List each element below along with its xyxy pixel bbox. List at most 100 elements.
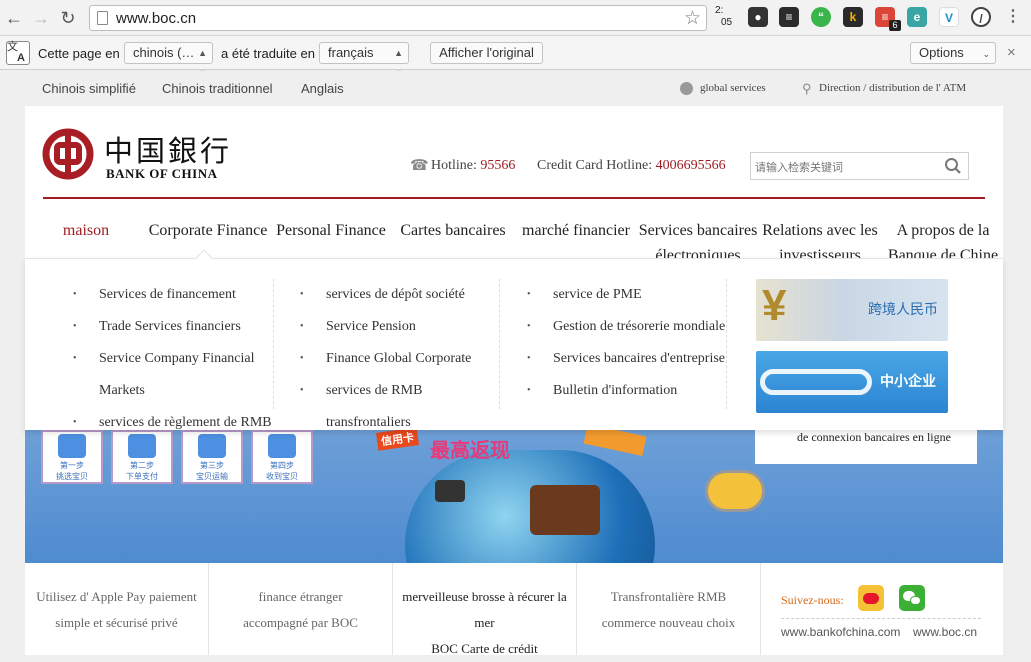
menu-item-financing[interactable]: • Services de financement [73,279,272,311]
follow-divider [781,618,981,619]
owl-extension-icon[interactable]: ● [748,7,768,27]
vimeo-extension-icon[interactable]: V [939,7,959,27]
menu-item-sme[interactable]: • service de PME [527,279,725,311]
browser-toolbar: ← → ↻ www.boc.cn ☆ 2: 05 ● ≡ “ k ≡ 6 e V… [0,0,1031,36]
lang-simplified-link[interactable]: Chinois simplifié [42,81,136,96]
hotline-label: Hotline: [431,158,477,173]
sme-promo[interactable]: 中小企业 [756,351,948,413]
menu-item-corporate-deposit[interactable]: • services de dépôt société [300,279,471,311]
menu-item-rmb-services-cont[interactable]: transfrontaliers [300,407,471,439]
menu-item-enterprise-banking[interactable]: • Services bancaires d'entreprise [527,343,725,375]
bottom-links: Utilisez d' Apple Pay paiement simple et … [25,563,1003,656]
k-extension-icon[interactable]: k [843,7,863,27]
banner-side-text: de connexion bancaires en ligne [755,430,977,464]
yuan-icon: ¥ [762,281,787,330]
hotline-number: 95566 [480,158,516,173]
clock-extension[interactable]: 2: 05 [715,5,732,29]
menu-item-company-financial-cont[interactable]: Markets [73,375,272,407]
lang-english-link[interactable]: Anglais [301,81,344,96]
receive-icon [268,434,296,458]
nav-corporate-finance[interactable]: Corporate Finance [143,218,273,243]
follow-us: Suivez-nous: www.bankofchina.com www.boc… [761,563,1003,655]
boc-cn-link[interactable]: www.boc.cn [913,625,977,639]
cross-border-rmb-link[interactable]: Transfrontalière RMB commerce nouveau cho… [577,563,761,655]
header-divider [43,197,985,199]
compass-extension-icon[interactable]: / [971,7,991,27]
lang-traditional-link[interactable]: Chinois traditionnel [162,81,273,96]
bag-illustration [530,485,600,535]
cross-border-rmb-promo[interactable]: ¥ 跨境人民币 [756,279,948,341]
menu-item-rmb-services[interactable]: • services de RMB [300,375,471,407]
logo-english-text: BANK OF CHINA [106,166,218,181]
source-language-select[interactable]: chinois (…▲▼ [124,42,213,78]
promo2-text: 中小企业 [880,374,936,390]
hotline: Hotline: 95566 [431,158,515,174]
buffer-extension-icon[interactable]: ≡ [779,7,799,27]
bankofchina-link[interactable]: www.bankofchina.com [781,625,900,639]
bookmark-star-icon[interactable]: ☆ [684,7,701,30]
back-button[interactable]: ← [4,8,24,28]
options-select[interactable]: Options ⌄ [910,42,996,64]
search-input[interactable] [755,157,935,177]
global-services-link[interactable]: global services [700,82,766,94]
target-language-select[interactable]: français▲▼ [319,42,409,78]
search-icon[interactable] [944,157,962,175]
column-divider [726,279,727,409]
show-original-button[interactable]: Afficher l'original [430,42,543,64]
e-extension-icon[interactable]: e [907,7,927,27]
corporate-finance-dropdown: • Services de financement • Trade Services… [25,249,1003,430]
nav-financial-market[interactable]: marché financier [517,218,635,243]
atm-locator-link[interactable]: Direction / distribution de l' ATM [819,82,966,94]
translate-bar: 文A Cette page en chinois (…▲▼ a été trad… [0,36,1031,78]
location-pin-icon: ⚲ [802,81,812,96]
evernote-extension-icon[interactable]: “ [811,7,831,27]
menu-item-newsletter[interactable]: • Bulletin d'information [527,375,725,407]
column-divider [273,279,274,409]
boc-emblem-icon [42,128,94,180]
apple-pay-link[interactable]: Utilisez d' Apple Pay paiement simple et … [25,563,209,655]
reload-button[interactable]: ↻ [58,8,78,28]
card-illustration [583,430,647,457]
dropdown-col-2: • services de dépôt société • Service Pens… [300,279,471,439]
menu-item-global-corporate[interactable]: • Finance Global Corporate [300,343,471,375]
address-bar[interactable]: www.boc.cn ☆ [89,5,707,31]
promo1-text: 跨境人民币 [868,302,938,318]
boc-logo[interactable]: 中国銀行 BANK OF CHINA [42,128,229,185]
translate-middle-text: a été traduite en [221,46,315,61]
cc-hotline-label: Credit Card Hotline: [537,158,653,173]
close-translate-icon[interactable]: × [1007,44,1016,61]
nav-home[interactable]: maison [43,218,129,243]
menu-icon[interactable]: ⋮ [1003,7,1023,27]
globe-icon [680,82,693,95]
phone-icon: ☎ [410,157,429,174]
menu-item-pension[interactable]: • Service Pension [300,311,471,343]
search-box [750,152,969,180]
menu-item-treasury[interactable]: • Gestion de trésorerie mondiale [527,311,725,343]
url-text[interactable]: www.boc.cn [116,10,196,27]
page-icon [97,11,108,25]
cc-hotline: Credit Card Hotline: 4006695566 [537,158,726,174]
credit-card-promo-link[interactable]: merveilleuse brosse à récurer la mer BOC C… [393,563,577,656]
clock-hours: 2: [715,5,724,16]
forward-button[interactable]: → [31,8,51,28]
camera-illustration [435,480,465,502]
dropdown-col-3: • service de PME • Gestion de trésorerie m… [527,279,725,407]
menu-item-trade-services[interactable]: • Trade Services financiers [73,311,272,343]
translate-prefix-text: Cette page en [38,46,120,61]
nav-cards[interactable]: Cartes bancaires [393,218,513,243]
translate-icon: 文A [6,41,30,65]
menu-item-rmb-settlement[interactable]: • services de règlement de RMB [73,407,272,439]
overseas-finance-link[interactable]: finance étranger accompagné par BOC [209,563,393,655]
language-bar: Chinois simplifié Chinois traditionnel A… [0,71,1031,105]
dropdown-col-1: • Services de financement • Trade Services… [73,279,272,439]
cloud-infinity-icon [760,369,872,395]
nav-personal-finance[interactable]: Personal Finance [273,218,389,243]
logo-chinese-text: 中国銀行 [104,134,233,168]
mouse-illustration [705,470,765,512]
weibo-icon[interactable] [858,585,884,611]
menu-item-company-financial[interactable]: • Service Company Financial [73,343,272,375]
cc-hotline-number: 4006695566 [655,158,726,173]
extension-badge: 6 [889,20,901,31]
column-divider [499,279,500,409]
wechat-icon[interactable] [899,585,925,611]
